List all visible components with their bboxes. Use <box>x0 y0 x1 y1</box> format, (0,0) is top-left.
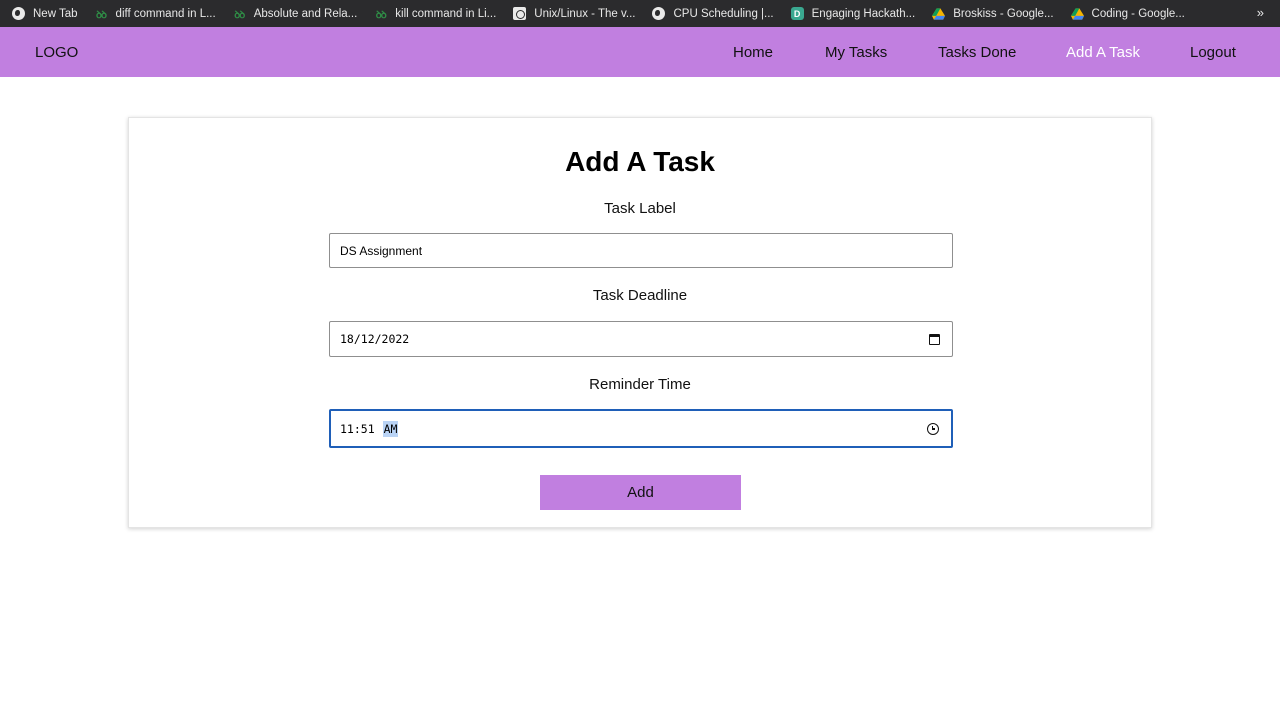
logo[interactable]: LOGO <box>35 44 78 61</box>
globe-icon <box>652 7 666 20</box>
bookmark-label: Absolute and Rela... <box>253 7 358 20</box>
add-task-card: Add A Task Task Label DS Assignment Task… <box>128 117 1152 528</box>
clock-icon[interactable] <box>927 423 939 435</box>
nav-link-my-tasks[interactable]: My Tasks <box>825 44 887 61</box>
bookmark-label: diff command in L... <box>115 7 216 20</box>
bookmark-unix-linux[interactable]: Unix/Linux - The v... <box>513 7 635 20</box>
nav-link-tasks-done[interactable]: Tasks Done <box>938 44 1016 61</box>
task-deadline-label: Task Deadline <box>592 287 688 304</box>
gfg-icon: ꝺꝺ <box>96 9 107 21</box>
task-deadline-input[interactable]: 18/12/2022 <box>329 321 953 357</box>
navbar: LOGO Home My Tasks Tasks Done Add A Task… <box>0 27 1280 77</box>
bookmark-label: CPU Scheduling |... <box>673 7 774 20</box>
bookmark-label: New Tab <box>33 7 78 20</box>
gfg-icon: ꝺꝺ <box>234 9 245 21</box>
nav-link-home[interactable]: Home <box>733 44 773 61</box>
nav-link-add-a-task[interactable]: Add A Task <box>1066 44 1140 61</box>
d-icon: D <box>790 7 804 20</box>
bookmark-label: Engaging Hackath... <box>811 7 916 20</box>
bookmark-label: Broskiss - Google... <box>953 7 1054 20</box>
globe-icon <box>12 7 25 20</box>
gfg-icon: ꝺꝺ <box>375 9 387 21</box>
bookmark-kill-command[interactable]: ꝺꝺ kill command in Li... <box>374 7 497 21</box>
drive-icon <box>932 7 946 20</box>
task-deadline-value: 18/12/2022 <box>340 332 410 346</box>
bookmark-diff-command[interactable]: ꝺꝺ diff command in L... <box>95 7 216 21</box>
bookmark-absolute-relative[interactable]: ꝺꝺ Absolute and Rela... <box>233 7 358 21</box>
site-icon <box>513 7 527 20</box>
bookmarks-overflow-icon[interactable]: » <box>1257 5 1264 20</box>
reminder-time-label: Reminder Time <box>589 376 691 393</box>
reminder-period-segment[interactable]: AM <box>382 420 399 437</box>
bookmark-new-tab[interactable]: New Tab <box>12 7 78 20</box>
nav-link-logout[interactable]: Logout <box>1190 44 1236 61</box>
calendar-icon[interactable] <box>929 334 940 345</box>
bookmark-engaging-hackathon[interactable]: D Engaging Hackath... <box>790 7 916 20</box>
bookmark-cpu-scheduling[interactable]: CPU Scheduling |... <box>652 7 774 20</box>
reminder-time-input[interactable]: 11:51 AM <box>329 409 953 448</box>
task-label-input[interactable]: DS Assignment <box>329 233 953 268</box>
reminder-time-value: 11:51 <box>340 421 375 436</box>
bookmark-label: Unix/Linux - The v... <box>534 7 636 20</box>
bookmark-coding[interactable]: Coding - Google... <box>1070 7 1185 20</box>
page-title: Add A Task <box>565 146 715 177</box>
task-label-label: Task Label <box>604 200 676 217</box>
bookmarks-bar: New Tab ꝺꝺ diff command in L... ꝺꝺ Absol… <box>0 0 1280 27</box>
add-button[interactable]: Add <box>540 475 741 510</box>
bookmark-broskiss[interactable]: Broskiss - Google... <box>932 7 1054 20</box>
bookmark-label: kill command in Li... <box>395 7 497 20</box>
bookmark-label: Coding - Google... <box>1091 7 1185 20</box>
task-label-value: DS Assignment <box>340 243 423 258</box>
drive-icon <box>1070 7 1084 20</box>
